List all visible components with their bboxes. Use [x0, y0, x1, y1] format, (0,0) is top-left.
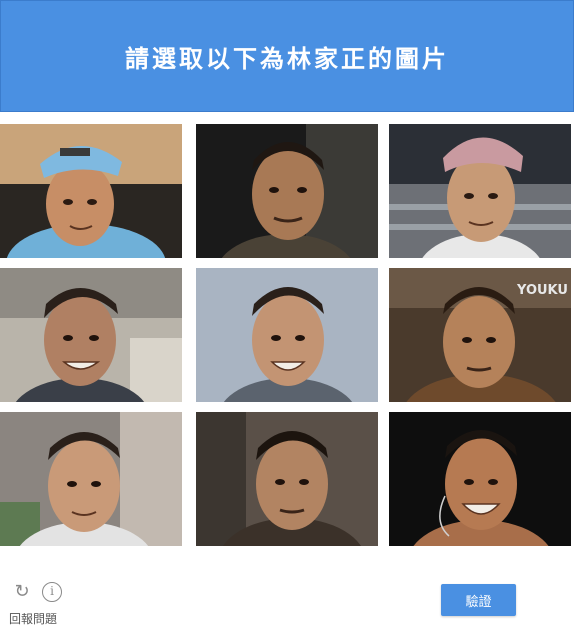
captcha-footer: ↻ i 回報問題 驗證 — [0, 568, 574, 640]
tile-image-4 — [0, 268, 182, 402]
tile-image-7 — [0, 412, 182, 546]
tile-image-2 — [196, 124, 378, 258]
tile-image-9 — [389, 412, 571, 546]
verify-button[interactable]: 驗證 — [441, 584, 516, 616]
tile-image-8 — [196, 412, 378, 546]
info-icon[interactable]: i — [42, 582, 62, 602]
reload-icon[interactable]: ↻ — [12, 582, 32, 602]
image-tile-1[interactable] — [0, 124, 182, 258]
captcha-dialog: 請選取以下為林家正的圖片 YOUKU ↻ i 回報問題 驗證 — [0, 0, 574, 640]
image-tile-9[interactable] — [389, 412, 571, 546]
image-tile-8[interactable] — [196, 412, 378, 546]
instruction-header: 請選取以下為林家正的圖片 — [0, 0, 574, 112]
image-grid: YOUKU — [0, 124, 574, 552]
image-tile-7[interactable] — [0, 412, 182, 546]
youku-watermark: YOUKU — [516, 283, 568, 298]
image-tile-3[interactable] — [389, 124, 571, 258]
image-tile-4[interactable] — [0, 268, 182, 402]
tile-image-1 — [0, 124, 182, 258]
tile-image-3 — [389, 124, 571, 258]
tile-image-6: YOUKU — [389, 268, 571, 402]
image-tile-5[interactable] — [196, 268, 378, 402]
report-problem-link[interactable]: 回報問題 — [9, 610, 57, 627]
image-tile-2[interactable] — [196, 124, 378, 258]
tile-image-5 — [196, 268, 378, 402]
image-tile-6[interactable]: YOUKU — [389, 268, 571, 402]
instruction-text: 請選取以下為林家正的圖片 — [125, 44, 449, 73]
